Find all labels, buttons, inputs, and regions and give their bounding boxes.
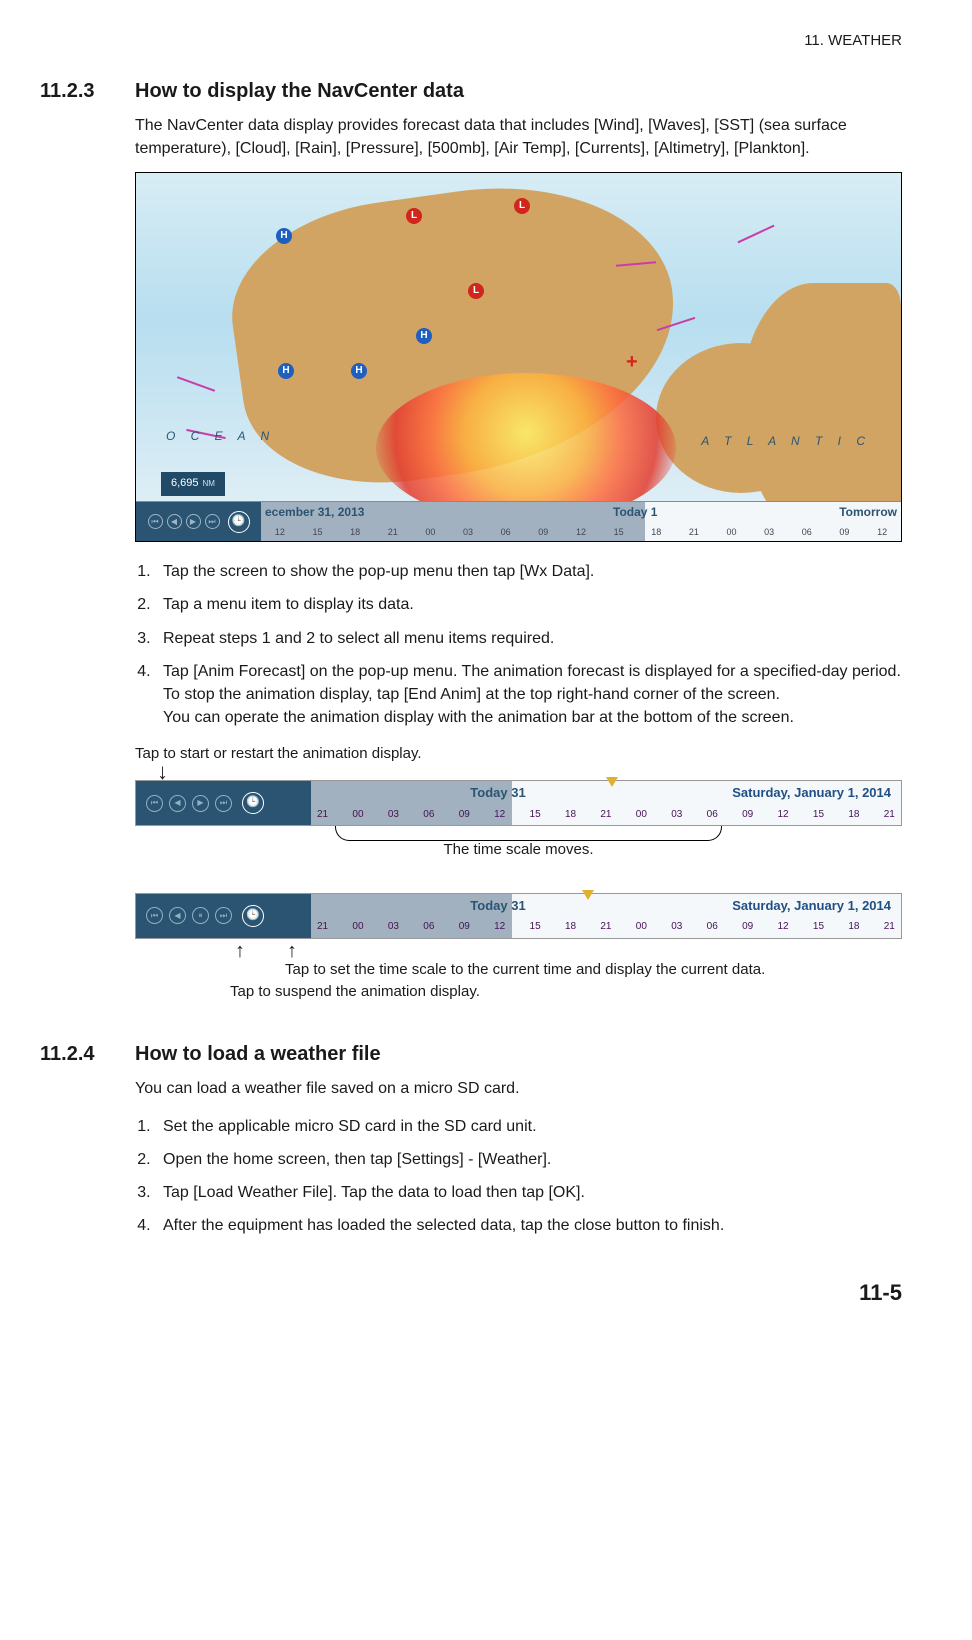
clock-icon[interactable]: 🕒	[228, 511, 250, 533]
timebar-ticks: 1215182100030609121518210003060912	[261, 526, 901, 539]
clock-icon[interactable]: 🕒	[242, 792, 264, 814]
section-intro: You can load a weather file saved on a m…	[135, 1077, 902, 1100]
map-scale: 6,695 NM	[161, 472, 225, 496]
navcenter-map-figure: H H H H L L L + O C E A N A T L A N T I …	[135, 172, 902, 542]
pressure-high-icon: H	[416, 328, 432, 344]
pressure-low-icon: L	[468, 283, 484, 299]
section-title: How to load a weather file	[135, 1040, 381, 1069]
play-icon[interactable]: ▶	[192, 795, 209, 812]
animbar-saturday: Saturday, January 1, 2014	[732, 897, 891, 916]
section-title: How to display the NavCenter data	[135, 77, 464, 106]
animbar-saturday: Saturday, January 1, 2014	[732, 784, 891, 803]
pressure-high-icon: H	[351, 363, 367, 379]
pressure-high-icon: H	[276, 228, 292, 244]
ocean-label: A T L A N T I C	[701, 433, 871, 450]
arrow-down-icon: ↓	[157, 765, 902, 778]
annotation-brace: The time scale moves.	[135, 839, 902, 861]
pressure-low-icon: L	[406, 208, 422, 224]
pressure-low-icon: L	[514, 198, 530, 214]
timebar-tomorrow: Tomorrow	[839, 504, 897, 521]
map-timebar[interactable]: ⏮ ◀ ▶ ⏭ 🕒 ecember 31, 2013 Today 1 Tomor…	[136, 501, 901, 541]
time-marker-icon[interactable]	[582, 890, 594, 900]
clock-icon[interactable]: 🕒	[242, 905, 264, 927]
step-item: Repeat steps 1 and 2 to select all menu …	[155, 627, 902, 650]
prev-icon[interactable]: ◀	[169, 907, 186, 924]
section-heading-11-2-4: 11.2.4 How to load a weather file	[40, 1040, 902, 1069]
ocean-label: O C E A N	[166, 428, 275, 445]
skip-end-icon[interactable]: ⏭	[215, 907, 232, 924]
section1-steps: Tap the screen to show the pop-up menu t…	[155, 560, 902, 729]
step-item: Tap a menu item to display its data.	[155, 593, 902, 616]
scale-value: 6,695	[171, 477, 199, 489]
timebar-today: Today 1	[613, 504, 657, 521]
animation-bar-2[interactable]: ⏮ ◀ ⏸ ⏭ 🕒 Today 31 Saturday, January 1, …	[135, 893, 902, 939]
arrow-up-icon: ↑	[235, 937, 245, 966]
step-item: Tap the screen to show the pop-up menu t…	[155, 560, 902, 583]
pause-icon[interactable]: ⏸	[192, 907, 209, 924]
annotation-start: Tap to start or restart the animation di…	[135, 743, 902, 765]
animbar-ticks: 2100030609121518210003060912151821	[311, 920, 901, 935]
skip-start-icon[interactable]: ⏮	[146, 795, 163, 812]
scale-unit: NM	[203, 479, 215, 488]
animbar-today: Today 31	[470, 784, 525, 803]
play-icon[interactable]: ▶	[186, 514, 201, 529]
prev-icon[interactable]: ◀	[169, 795, 186, 812]
skip-start-icon[interactable]: ⏮	[148, 514, 163, 529]
section-heading-11-2-3: 11.2.3 How to display the NavCenter data	[40, 77, 902, 106]
step-item: Tap [Load Weather File]. Tap the data to…	[155, 1181, 902, 1204]
section-number: 11.2.4	[40, 1040, 135, 1069]
skip-end-icon[interactable]: ⏭	[215, 795, 232, 812]
animation-bar-1[interactable]: ⏮ ◀ ▶ ⏭ 🕒 Today 31 Saturday, January 1, …	[135, 780, 902, 826]
pressure-high-icon: H	[278, 363, 294, 379]
cursor-plus-icon: +	[626, 348, 638, 377]
step-item: After the equipment has loaded the selec…	[155, 1214, 902, 1237]
skip-start-icon[interactable]: ⏮	[146, 907, 163, 924]
animbar-ticks: 2100030609121518210003060912151821	[311, 808, 901, 823]
step-item: Set the applicable micro SD card in the …	[155, 1115, 902, 1138]
timebar-date-left: ecember 31, 2013	[265, 504, 364, 521]
page-number: 11-5	[40, 1277, 902, 1309]
prev-icon[interactable]: ◀	[167, 514, 182, 529]
section2-steps: Set the applicable micro SD card in the …	[155, 1115, 902, 1238]
animbar-today: Today 31	[470, 897, 525, 916]
section-intro: The NavCenter data display provides fore…	[135, 114, 902, 160]
step-item: Open the home screen, then tap [Settings…	[155, 1148, 902, 1171]
skip-end-icon[interactable]: ⏭	[205, 514, 220, 529]
annotation-clock: Tap to set the time scale to the current…	[285, 959, 902, 981]
time-marker-icon[interactable]	[606, 777, 618, 787]
arrow-up-icon: ↑	[287, 937, 297, 966]
chapter-header: 11. WEATHER	[40, 30, 902, 52]
step-item: Tap [Anim Forecast] on the pop-up menu. …	[155, 660, 902, 730]
section-number: 11.2.3	[40, 77, 135, 106]
annotation-pause: Tap to suspend the animation display.	[230, 981, 902, 1003]
